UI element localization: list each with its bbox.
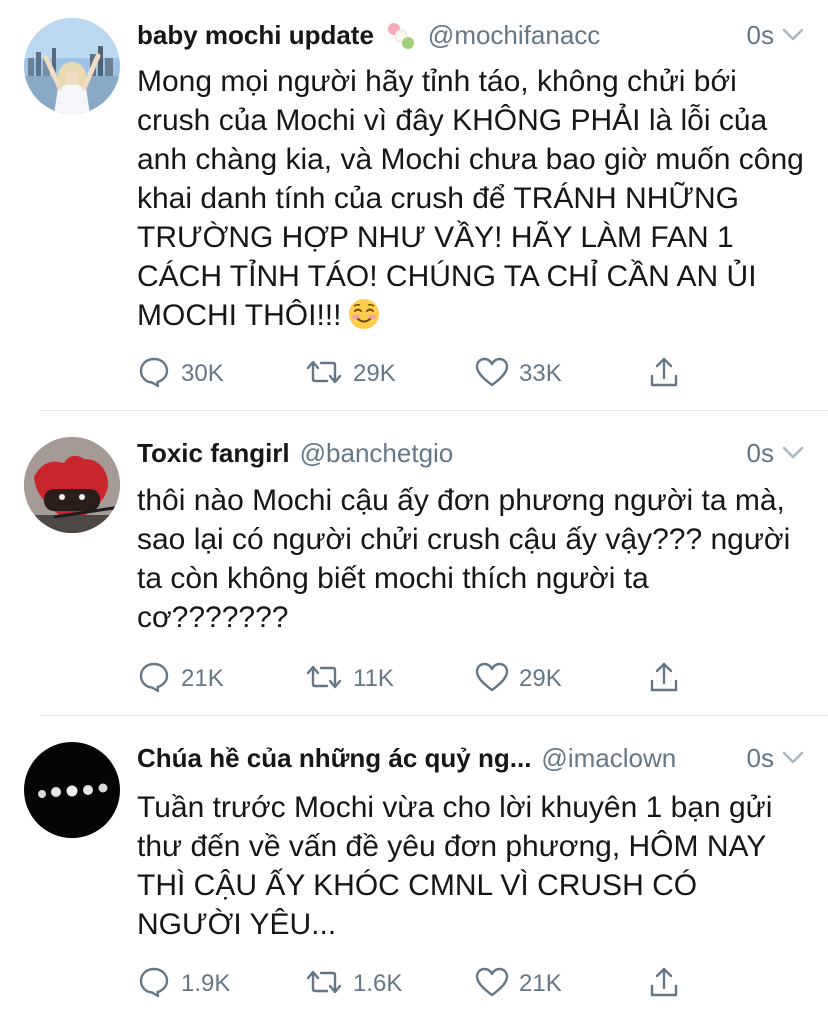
reply-button[interactable]: 21K: [137, 659, 224, 699]
reply-count: 1.9K: [181, 970, 231, 997]
like-count: 21K: [519, 970, 562, 997]
username[interactable]: @imaclown: [541, 743, 676, 774]
reply-button[interactable]: 1.9K: [137, 964, 230, 1004]
retweet-count: 11K: [353, 665, 394, 692]
tweet-body: Mong mọi người hãy tỉnh táo, không chửi …: [137, 65, 804, 332]
tweet-text: Tuần trước Mochi vừa cho lời khuyên 1 bạ…: [137, 788, 804, 944]
display-name[interactable]: Chúa hề của những ác quỷ ng...: [137, 743, 531, 774]
like-count: 33K: [519, 360, 562, 387]
tweet-header: Chúa hề của những ác quỷ ng... @imaclown…: [137, 738, 804, 778]
retweet-icon: [305, 662, 343, 697]
dango-emoji-icon: [382, 17, 418, 53]
tweet-header: Toxic fangirl @banchetgio 0s: [137, 433, 804, 473]
like-button[interactable]: 29K: [475, 659, 562, 699]
reply-button[interactable]: 30K: [137, 354, 224, 394]
timestamp: 0s: [746, 19, 774, 50]
timestamp: 0s: [746, 742, 774, 773]
share-icon: [649, 356, 679, 393]
retweet-icon: [305, 357, 343, 392]
tweet-actions: 30K 29K 33K: [137, 354, 697, 394]
like-button[interactable]: 33K: [475, 354, 562, 394]
like-icon: [475, 356, 509, 393]
share-icon: [649, 661, 679, 698]
avatar[interactable]: [24, 18, 120, 114]
username[interactable]: @mochifanacc: [428, 20, 600, 51]
chevron-down-icon[interactable]: [782, 442, 804, 464]
retweet-button[interactable]: 29K: [305, 354, 396, 394]
share-button[interactable]: [649, 964, 679, 1004]
share-button[interactable]: [649, 659, 679, 699]
tweet-text: thôi nào Mochi cậu ấy đơn phương người t…: [137, 481, 804, 637]
display-name[interactable]: baby mochi update: [137, 20, 374, 51]
like-count: 29K: [519, 665, 562, 692]
share-button[interactable]: [649, 354, 679, 394]
username[interactable]: @banchetgio: [300, 438, 454, 469]
timestamp: 0s: [746, 437, 774, 468]
tweet-text: Mong mọi người hãy tỉnh táo, không chửi …: [137, 62, 804, 335]
smiling-face-emoji-icon: [347, 297, 381, 331]
retweet-button[interactable]: 11K: [305, 659, 394, 699]
reply-icon: [137, 965, 171, 1004]
tweet[interactable]: Chúa hề của những ác quỷ ng... @imaclown…: [0, 716, 828, 1016]
tweet[interactable]: Toxic fangirl @banchetgio 0s thôi nào Mo…: [0, 411, 828, 716]
avatar[interactable]: [24, 437, 120, 533]
like-button[interactable]: 21K: [475, 964, 562, 1004]
display-name[interactable]: Toxic fangirl: [137, 438, 290, 469]
chevron-down-icon[interactable]: [782, 747, 804, 769]
reply-count: 21K: [181, 665, 224, 692]
tweet-header: baby mochi update @mochifanacc 0s: [137, 15, 804, 55]
avatar[interactable]: [24, 742, 120, 838]
reply-count: 30K: [181, 360, 224, 387]
share-icon: [649, 966, 679, 1003]
tweet-actions: 1.9K 1.6K 21K: [137, 964, 697, 1004]
tweet-body: thôi nào Mochi cậu ấy đơn phương người t…: [137, 484, 791, 634]
chevron-down-icon[interactable]: [782, 24, 804, 46]
retweet-count: 29K: [353, 360, 396, 387]
retweet-count: 1.6K: [353, 970, 403, 997]
tweet-actions: 21K 11K 29K: [137, 659, 697, 699]
reply-icon: [137, 660, 171, 699]
retweet-icon: [305, 967, 343, 1002]
reply-icon: [137, 355, 171, 394]
tweet[interactable]: baby mochi update @mochifanacc 0s Mong m…: [0, 0, 828, 412]
tweet-body: Tuần trước Mochi vừa cho lời khuyên 1 bạ…: [137, 791, 773, 941]
like-icon: [475, 966, 509, 1003]
retweet-button[interactable]: 1.6K: [305, 964, 402, 1004]
like-icon: [475, 661, 509, 698]
